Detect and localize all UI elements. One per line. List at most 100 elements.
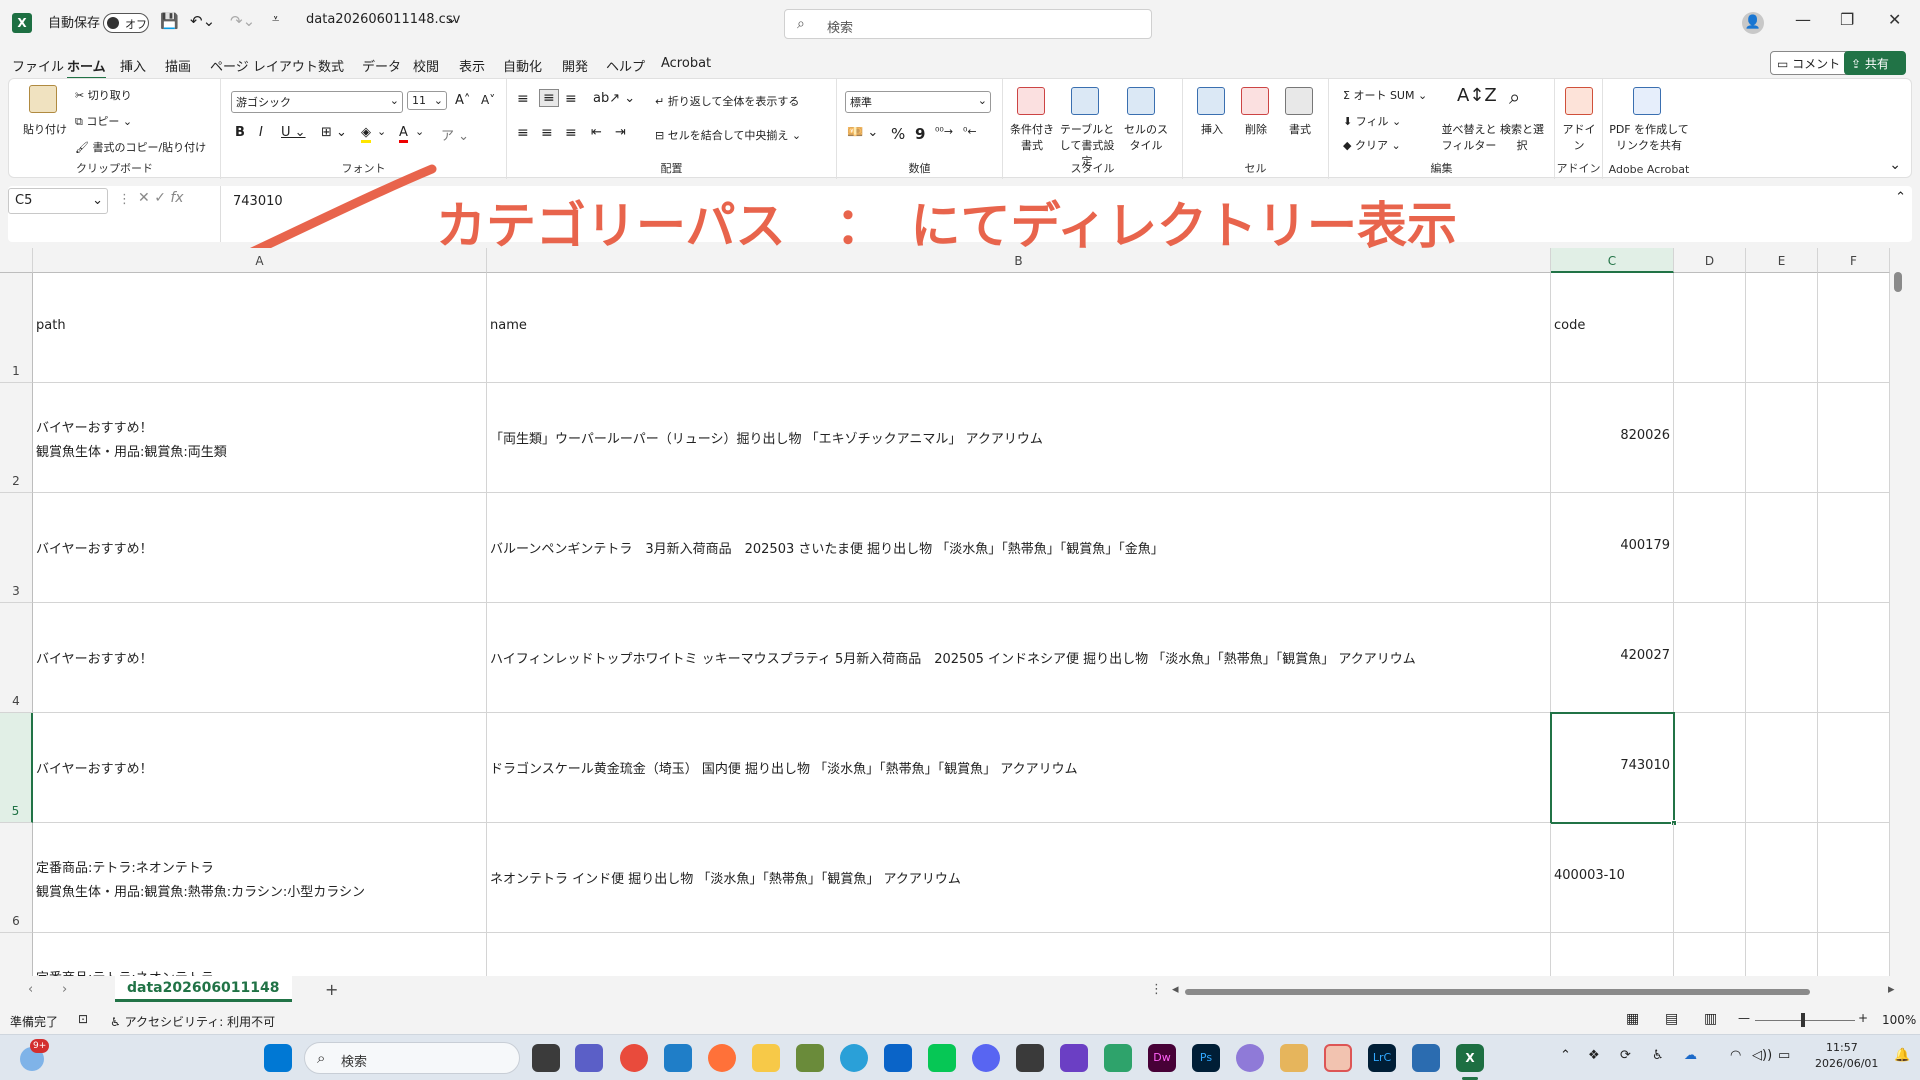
align-top-icon[interactable]: ≡ — [517, 91, 529, 107]
app-icon[interactable] — [1280, 1044, 1308, 1072]
tab-draw[interactable]: 描画 — [165, 56, 191, 75]
cell-a6[interactable]: 定番商品:テトラ:ネオンテトラ 観賞魚生体・用品:観賞魚:熱帯魚:カラシン:小型カ… — [33, 823, 487, 933]
tab-file[interactable]: ファイル — [12, 56, 64, 75]
sort-filter-icon[interactable]: A↕Z — [1457, 85, 1497, 106]
col-header-d[interactable]: D — [1674, 248, 1746, 273]
spreadsheet-grid[interactable]: A B C D E F 1 path name code 2 バイヤーおすすめ！… — [0, 248, 1906, 976]
app-icon[interactable] — [1324, 1044, 1352, 1072]
cell-e7[interactable] — [1746, 933, 1818, 976]
page-layout-view-icon[interactable]: ▤ — [1665, 1011, 1678, 1027]
app-icon[interactable] — [1236, 1044, 1264, 1072]
accessibility-tray-icon[interactable]: ♿ — [1652, 1048, 1664, 1063]
cell-e2[interactable] — [1746, 383, 1818, 493]
undo-icon[interactable]: ↶⌄ — [190, 12, 215, 30]
paste-label[interactable]: 貼り付け — [23, 121, 67, 137]
font-color-icon[interactable]: A — [399, 125, 408, 143]
row-header[interactable]: 1 — [0, 273, 33, 383]
align-bottom-icon[interactable]: ≡ — [565, 91, 577, 107]
photoshop-icon[interactable]: Ps — [1192, 1044, 1220, 1072]
increase-font-icon[interactable]: A˄ — [455, 93, 470, 108]
font-size-select[interactable]: 11 ⌄ — [407, 91, 447, 110]
align-left-icon[interactable]: ≡ — [517, 125, 529, 141]
notification-bell-icon[interactable]: 🔔 — [1894, 1048, 1910, 1063]
notepad-icon[interactable] — [1412, 1044, 1440, 1072]
insert-cells-label[interactable]: 挿入 — [1201, 121, 1223, 137]
create-pdf-icon[interactable] — [1633, 87, 1661, 115]
currency-icon[interactable]: 💴 ⌄ — [847, 125, 878, 140]
cell-d2[interactable] — [1674, 383, 1746, 493]
horizontal-scrollbar[interactable] — [1185, 989, 1810, 995]
percent-icon[interactable]: % — [891, 125, 905, 143]
next-sheet-icon[interactable]: › — [62, 982, 67, 997]
row-header[interactable]: 5 — [0, 713, 33, 823]
sort-filter-label[interactable]: 並べ替えとフィルター — [1441, 121, 1497, 153]
onedrive-icon[interactable]: ☁ — [1684, 1048, 1697, 1063]
app-icon[interactable] — [796, 1044, 824, 1072]
cell-c6[interactable]: 400003-10 — [1551, 823, 1674, 933]
chevron-down-icon[interactable]: ⌄ — [446, 12, 457, 27]
cell-f2[interactable] — [1818, 383, 1890, 493]
firefox-icon[interactable] — [708, 1044, 736, 1072]
zoom-slider[interactable] — [1755, 1020, 1855, 1021]
scroll-right-icon[interactable]: ▸ — [1888, 982, 1895, 997]
account-avatar[interactable]: 👤 — [1742, 12, 1764, 34]
zoom-level[interactable]: 100% — [1882, 1013, 1916, 1027]
cell-styles-label[interactable]: セルのスタイル — [1121, 121, 1171, 153]
task-view-icon[interactable] — [532, 1044, 560, 1072]
cell-d1[interactable] — [1674, 273, 1746, 383]
collapse-ribbon-icon[interactable]: ⌄ — [1889, 157, 1901, 173]
cell-d4[interactable] — [1674, 603, 1746, 713]
font-name-select[interactable]: 游ゴシック ⌄ — [231, 91, 403, 113]
name-box[interactable]: C5 ⌄ — [8, 188, 108, 214]
macro-record-icon[interactable]: ⊡ — [78, 1012, 88, 1026]
addins-icon[interactable] — [1565, 87, 1593, 115]
tab-page-layout[interactable]: ページ レイアウト — [210, 56, 318, 75]
speaker-icon[interactable]: ◁)) — [1752, 1048, 1772, 1063]
conditional-format-icon[interactable] — [1017, 87, 1045, 115]
chevron-down-icon[interactable]: ⌄ — [377, 125, 386, 138]
vertical-scroll-thumb[interactable] — [1894, 272, 1902, 292]
create-pdf-label[interactable]: PDF を作成してリンクを共有 — [1607, 121, 1691, 153]
taskbar-search[interactable]: ⌕ 検索 — [304, 1042, 520, 1074]
underline-icon[interactable]: U ⌄ — [281, 125, 306, 140]
tab-help[interactable]: ヘルプ — [606, 56, 645, 75]
row-header[interactable]: 2 — [0, 383, 33, 493]
tab-insert[interactable]: 挿入 — [120, 56, 146, 75]
increase-indent-icon[interactable]: ⇥ — [615, 125, 626, 140]
lightroom-classic-icon[interactable]: LrC — [1368, 1044, 1396, 1072]
zoom-slider-thumb[interactable] — [1801, 1013, 1805, 1027]
autosave-toggle[interactable]: オフ — [103, 13, 149, 33]
page-break-view-icon[interactable]: ▥ — [1704, 1011, 1717, 1027]
cell-e6[interactable] — [1746, 823, 1818, 933]
chevron-down-icon[interactable]: ⌄ — [415, 125, 424, 138]
delete-cells-icon[interactable] — [1241, 87, 1269, 115]
clock-date[interactable]: 2026/06/01 — [1815, 1057, 1878, 1070]
app-icon[interactable] — [664, 1044, 692, 1072]
minimize-icon[interactable]: — — [1795, 10, 1811, 29]
scroll-left-icon[interactable]: ◂ — [1172, 982, 1179, 997]
dreamweaver-icon[interactable]: Dw — [1148, 1044, 1176, 1072]
app-icon[interactable] — [1016, 1044, 1044, 1072]
fill-color-icon[interactable]: ◈ — [361, 125, 371, 143]
cell-a2[interactable]: バイヤーおすすめ！ 観賞魚生体・用品:観賞魚:両生類 — [33, 383, 487, 493]
cell-c1[interactable]: code — [1551, 273, 1674, 383]
cell-f5[interactable] — [1818, 713, 1890, 823]
cell-c2[interactable]: 820026 — [1551, 383, 1674, 493]
cell-e5[interactable] — [1746, 713, 1818, 823]
close-icon[interactable]: ✕ — [1888, 10, 1901, 29]
vertical-scrollbar[interactable] — [1890, 248, 1906, 976]
wifi-icon[interactable]: ◠ — [1730, 1048, 1741, 1063]
normal-view-icon[interactable]: ▦ — [1626, 1011, 1639, 1027]
cut-button[interactable]: ✂ 切り取り — [75, 87, 132, 103]
zoom-out-button[interactable]: — — [1738, 1011, 1750, 1025]
increase-decimal-icon[interactable]: ⁰⁰→ — [935, 125, 953, 138]
number-format-select[interactable]: 標準 ⌄ — [845, 91, 991, 113]
cell-d5[interactable] — [1674, 713, 1746, 823]
comment-button[interactable]: ▭ コメント — [1770, 51, 1850, 75]
fill-button[interactable]: ⬇ フィル ⌄ — [1343, 113, 1401, 129]
decrease-indent-icon[interactable]: ⇤ — [591, 125, 602, 140]
audio-app-icon[interactable] — [1060, 1044, 1088, 1072]
copy-button[interactable]: ⧉ コピー ⌄ — [75, 113, 132, 129]
italic-icon[interactable]: I — [259, 125, 263, 140]
cell-a4[interactable]: バイヤーおすすめ！ — [33, 603, 487, 713]
